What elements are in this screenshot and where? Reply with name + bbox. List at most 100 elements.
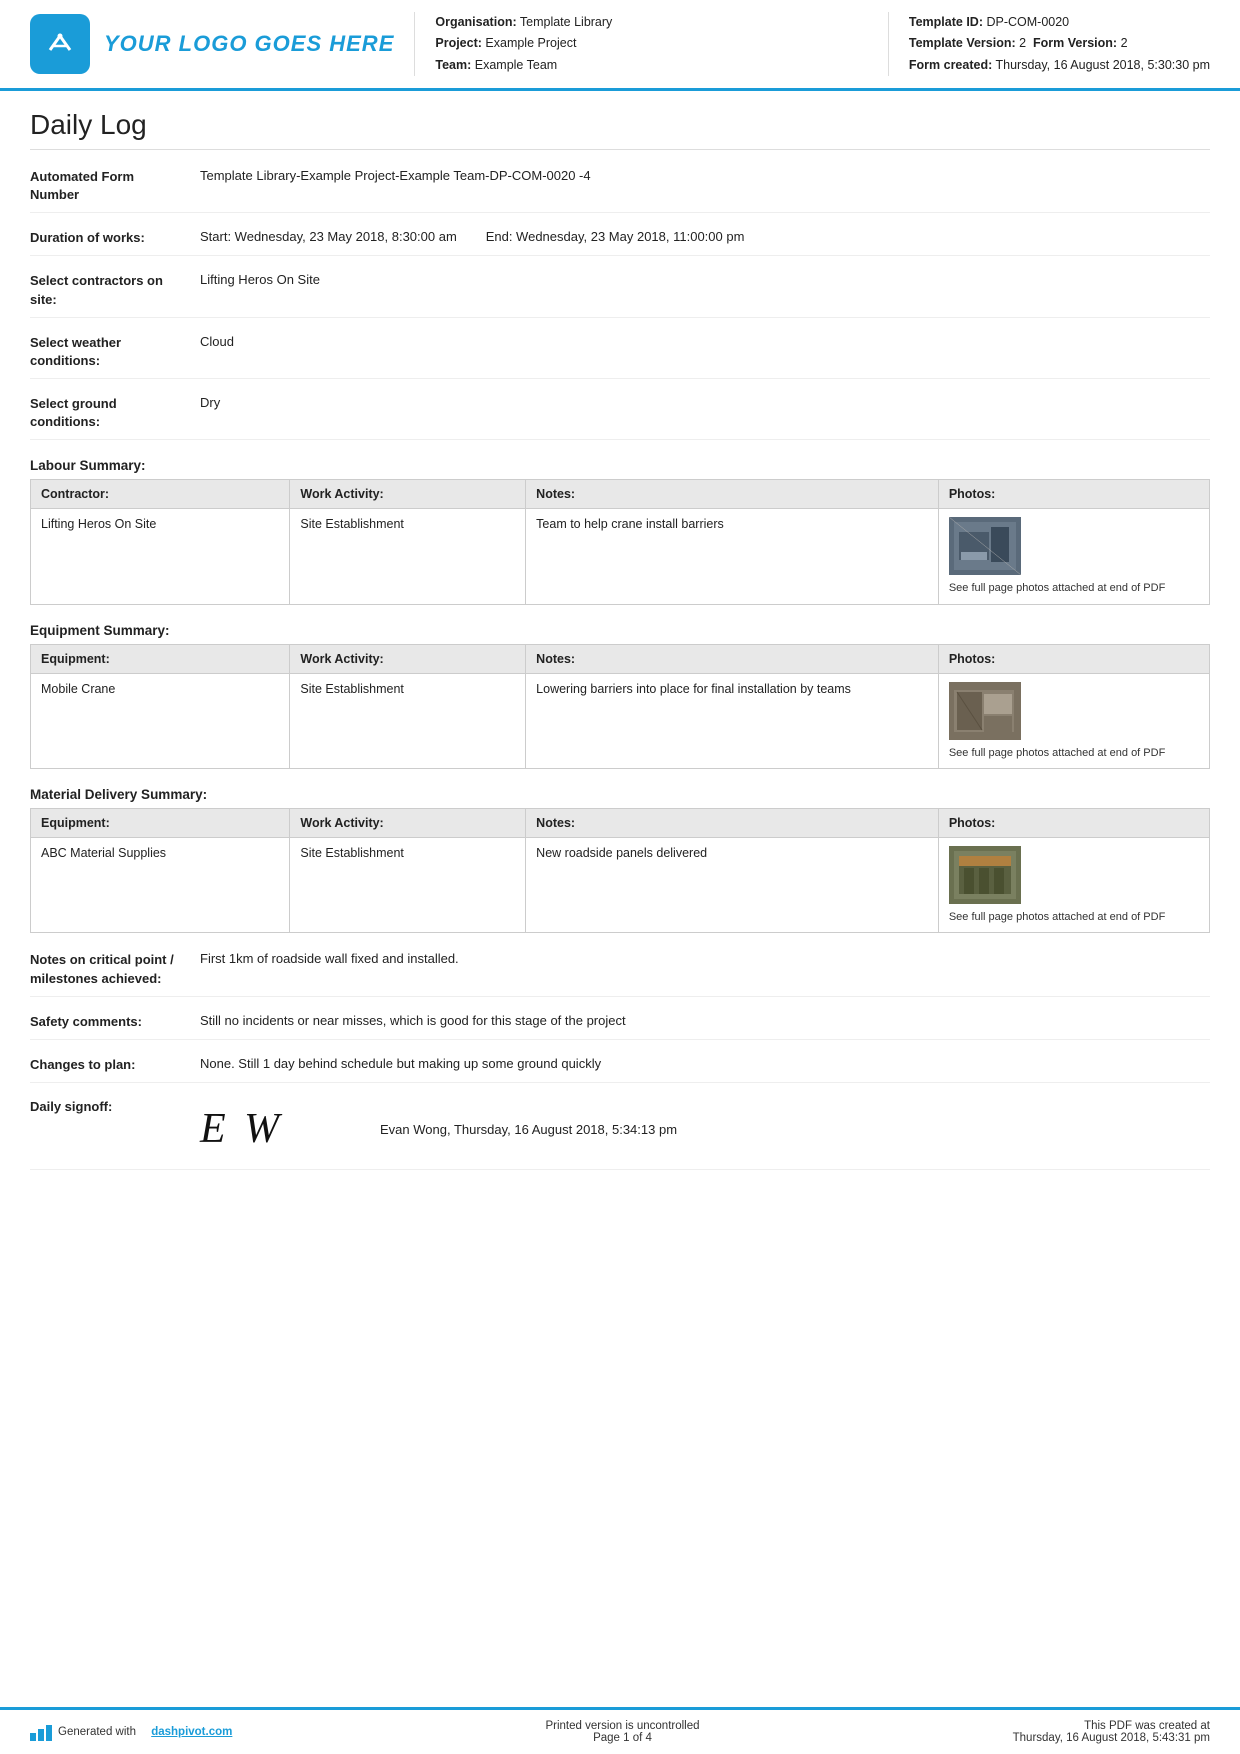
labour-photo-caption: See full page photos attached at end of … xyxy=(949,581,1165,595)
equipment-table-row: Mobile Crane Site Establishment Lowering… xyxy=(31,673,1210,768)
changes-label: Changes to plan: xyxy=(30,1054,200,1074)
footer-left: Generated with dashpivot.com xyxy=(30,1723,232,1741)
equipment-activity-cell: Site Establishment xyxy=(290,673,526,768)
organisation-value: Template Library xyxy=(520,15,612,29)
ground-value: Dry xyxy=(200,393,1210,413)
labour-col4-header: Photos: xyxy=(938,480,1209,509)
footer-right: This PDF was created at Thursday, 16 Aug… xyxy=(1013,1720,1210,1744)
material-col1-header: Equipment: xyxy=(31,809,290,838)
equipment-photo-cell-content: See full page photos attached at end of … xyxy=(949,682,1199,760)
automated-form-number-row: Automated Form Number Template Library-E… xyxy=(30,166,1210,213)
contractors-row: Select contractors on site: Lifting Hero… xyxy=(30,270,1210,317)
labour-col1-header: Contractor: xyxy=(31,480,290,509)
labour-activity-cell: Site Establishment xyxy=(290,509,526,604)
team-row: Team: Example Team xyxy=(435,55,868,76)
signoff-label: Daily signoff: xyxy=(30,1097,200,1114)
form-created-row: Form created: Thursday, 16 August 2018, … xyxy=(909,55,1210,76)
material-col3-header: Notes: xyxy=(526,809,939,838)
changes-row: Changes to plan: None. Still 1 day behin… xyxy=(30,1054,1210,1083)
contractors-value: Lifting Heros On Site xyxy=(200,270,1210,290)
equipment-name-cell: Mobile Crane xyxy=(31,673,290,768)
labour-photo-cell-content: See full page photos attached at end of … xyxy=(949,517,1199,595)
material-photo-thumbnail xyxy=(949,846,1021,904)
footer: Generated with dashpivot.com Printed ver… xyxy=(0,1707,1240,1754)
labour-table-row: Lifting Heros On Site Site Establishment… xyxy=(31,509,1210,604)
pdf-created-label: This PDF was created at xyxy=(1013,1720,1210,1732)
logo-text: YOUR LoGo GOES HERE xyxy=(104,31,394,57)
equipment-photo-caption: See full page photos attached at end of … xyxy=(949,746,1165,760)
notes-critical-value: First 1km of roadside wall fixed and ins… xyxy=(200,949,1210,969)
material-photo-caption: See full page photos attached at end of … xyxy=(949,910,1165,924)
material-col2-header: Work Activity: xyxy=(290,809,526,838)
weather-value: Cloud xyxy=(200,332,1210,352)
header-right: Template ID: DP-COM-0020 Template Versio… xyxy=(888,12,1210,76)
page-label: Page 1 of 4 xyxy=(545,1732,699,1744)
version-row: Template Version: 2 Form Version: 2 xyxy=(909,33,1210,54)
document-title: Daily Log xyxy=(30,109,1210,150)
automated-form-number-label: Automated Form Number xyxy=(30,166,200,204)
labour-table-header-row: Contractor: Work Activity: Notes: Photos… xyxy=(31,480,1210,509)
material-photos-cell: See full page photos attached at end of … xyxy=(938,838,1209,933)
contractors-label: Select contractors on site: xyxy=(30,270,200,308)
duration-row: Duration of works: Start: Wednesday, 23 … xyxy=(30,227,1210,256)
material-table-header-row: Equipment: Work Activity: Notes: Photos: xyxy=(31,809,1210,838)
equipment-col4-header: Photos: xyxy=(938,644,1209,673)
pdf-created-value: Thursday, 16 August 2018, 5:43:31 pm xyxy=(1013,1732,1210,1744)
material-summary-title: Material Delivery Summary: xyxy=(30,787,1210,802)
organisation-label: Organisation: xyxy=(435,15,516,29)
template-id-value: DP-COM-0020 xyxy=(986,15,1069,29)
form-version-label: Form Version: xyxy=(1033,36,1117,50)
dashpivot-logo-icon xyxy=(30,1723,52,1741)
equipment-photos-cell: See full page photos attached at end of … xyxy=(938,673,1209,768)
project-value: Example Project xyxy=(485,36,576,50)
labour-col2-header: Work Activity: xyxy=(290,480,526,509)
labour-photos-cell: See full page photos attached at end of … xyxy=(938,509,1209,604)
footer-center: Printed version is uncontrolled Page 1 o… xyxy=(545,1720,699,1744)
duration-end: End: Wednesday, 23 May 2018, 11:00:00 pm xyxy=(486,229,745,244)
form-created-label: Form created: xyxy=(909,58,992,72)
main-content: Daily Log Automated Form Number Template… xyxy=(0,91,1240,1707)
generated-text: Generated with xyxy=(58,1726,136,1738)
labour-photo-thumbnail xyxy=(949,517,1021,575)
material-photo-cell-content: See full page photos attached at end of … xyxy=(949,846,1199,924)
template-id-row: Template ID: DP-COM-0020 xyxy=(909,12,1210,33)
ground-row: Select ground conditions: Dry xyxy=(30,393,1210,440)
header: YOUR LoGo GOES HERE Organisation: Templa… xyxy=(0,0,1240,91)
duration-value: Start: Wednesday, 23 May 2018, 8:30:00 a… xyxy=(200,227,1210,247)
signoff-content: E W Evan Wong, Thursday, 16 August 2018,… xyxy=(200,1097,677,1161)
labour-col3-header: Notes: xyxy=(526,480,939,509)
equipment-col3-header: Notes: xyxy=(526,644,939,673)
safety-value: Still no incidents or near misses, which… xyxy=(200,1011,1210,1031)
organisation-row: Organisation: Template Library xyxy=(435,12,868,33)
signoff-name: Evan Wong, Thursday, 16 August 2018, 5:3… xyxy=(380,1122,677,1137)
print-notice: Printed version is uncontrolled xyxy=(545,1720,699,1732)
signature-display: E W xyxy=(200,1097,320,1161)
header-meta: Organisation: Template Library Project: … xyxy=(414,12,868,76)
page: YOUR LoGo GOES HERE Organisation: Templa… xyxy=(0,0,1240,1754)
form-created-value: Thursday, 16 August 2018, 5:30:30 pm xyxy=(996,58,1211,72)
material-summary-table: Equipment: Work Activity: Notes: Photos:… xyxy=(30,808,1210,933)
equipment-col2-header: Work Activity: xyxy=(290,644,526,673)
brand-link[interactable]: dashpivot.com xyxy=(151,1726,232,1738)
automated-form-number-value: Template Library-Example Project-Example… xyxy=(200,166,1210,186)
template-version-label: Template Version: xyxy=(909,36,1016,50)
weather-row: Select weather conditions: Cloud xyxy=(30,332,1210,379)
team-value: Example Team xyxy=(475,58,557,72)
duration-label: Duration of works: xyxy=(30,227,200,247)
weather-label: Select weather conditions: xyxy=(30,332,200,370)
labour-summary-table: Contractor: Work Activity: Notes: Photos… xyxy=(30,479,1210,604)
material-equipment-cell: ABC Material Supplies xyxy=(31,838,290,933)
template-id-label: Template ID: xyxy=(909,15,983,29)
team-label: Team: xyxy=(435,58,471,72)
equipment-summary-table: Equipment: Work Activity: Notes: Photos:… xyxy=(30,644,1210,769)
notes-critical-row: Notes on critical point / milestones ach… xyxy=(30,949,1210,996)
form-version-value: 2 xyxy=(1121,36,1128,50)
template-version-value: 2 xyxy=(1019,36,1026,50)
equipment-summary-title: Equipment Summary: xyxy=(30,623,1210,638)
material-activity-cell: Site Establishment xyxy=(290,838,526,933)
ground-label: Select ground conditions: xyxy=(30,393,200,431)
changes-value: None. Still 1 day behind schedule but ma… xyxy=(200,1054,1210,1074)
material-table-row: ABC Material Supplies Site Establishment… xyxy=(31,838,1210,933)
safety-row: Safety comments: Still no incidents or n… xyxy=(30,1011,1210,1040)
equipment-notes-cell: Lowering barriers into place for final i… xyxy=(526,673,939,768)
